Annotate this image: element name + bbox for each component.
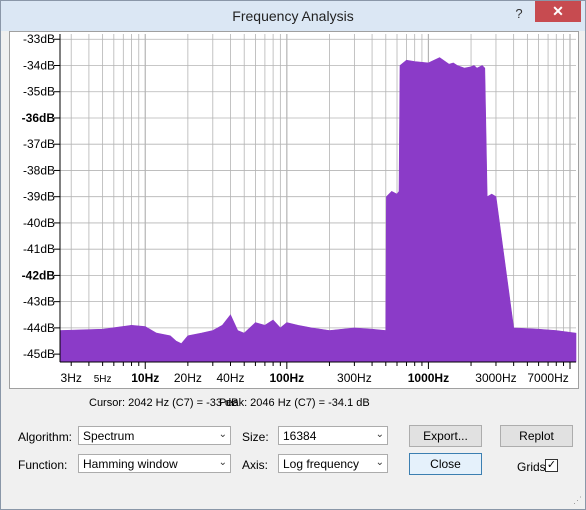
window-title: Frequency Analysis (232, 8, 354, 24)
x-tick-label: 100Hz (269, 371, 304, 385)
chevron-down-icon: ⌄ (375, 429, 384, 440)
close-button[interactable]: Close (409, 453, 482, 475)
algorithm-label: Algorithm: (18, 430, 73, 444)
resize-grip-icon[interactable]: ⋰ (573, 495, 582, 506)
y-tick-label: -37dB (23, 137, 55, 151)
function-select[interactable]: Hamming window ⌄ (78, 454, 231, 473)
frequency-analysis-window: Frequency Analysis ? ✕ -33dB -34dB -35dB -3… (0, 0, 586, 510)
y-tick-label: -33dB (23, 32, 55, 46)
y-tick-label: -43dB (23, 295, 55, 309)
x-tick-label: 40Hz (216, 371, 244, 385)
x-tick-label: 300Hz (337, 371, 372, 385)
y-tick-label: -40dB (23, 216, 55, 230)
axis-select[interactable]: Log frequency ⌄ (278, 454, 388, 473)
chevron-down-icon: ⌄ (218, 457, 227, 468)
y-tick-label: -41dB (23, 242, 55, 256)
y-tick-label: -34dB (23, 58, 55, 72)
export-button[interactable]: Export... (409, 425, 482, 447)
algorithm-value: Spectrum (83, 429, 135, 443)
function-label: Function: (18, 458, 68, 472)
help-button[interactable]: ? (509, 6, 529, 24)
y-tick-label: -44dB (23, 321, 55, 335)
spectrum-area (59, 57, 577, 363)
grids-checkbox[interactable]: ✓ (545, 459, 558, 472)
spectrum-plot[interactable]: -33dB -34dB -35dB -36dB -37dB -38dB -39dB -40dB… (9, 31, 579, 389)
x-tick-label: 5Hz (94, 374, 112, 385)
peak-readout: Peak: 2046 Hz (C7) = -34.1 dB (219, 397, 370, 409)
window-close-button[interactable]: ✕ (535, 1, 581, 22)
x-tick-label: 20Hz (174, 371, 202, 385)
y-tick-label: -35dB (23, 85, 55, 99)
x-tick-label: 3Hz (61, 371, 82, 385)
chevron-down-icon: ⌄ (375, 457, 384, 468)
spectrum-chart: -33dB -34dB -35dB -36dB -37dB -38dB -39dB -40dB… (22, 32, 577, 385)
x-tick-label: 3000Hz (475, 371, 516, 385)
size-select[interactable]: 16384 ⌄ (278, 426, 388, 445)
chevron-down-icon: ⌄ (218, 429, 227, 440)
cursor-readout: Cursor: 2042 Hz (C7) = -33 dB (89, 397, 239, 409)
size-label: Size: (242, 430, 269, 444)
axis-label: Axis: (242, 458, 269, 472)
size-value: 16384 (283, 429, 317, 443)
x-tick-label: 7000Hz (527, 371, 568, 385)
checkmark-icon: ✓ (546, 459, 557, 471)
y-tick-label: -42dB (22, 268, 56, 282)
x-tick-label: 1000Hz (408, 371, 449, 385)
title-bar[interactable]: Frequency Analysis ? ✕ (1, 1, 585, 31)
replot-button[interactable]: Replot (500, 425, 573, 447)
y-tick-label: -38dB (23, 163, 55, 177)
axis-value: Log frequency (283, 457, 360, 471)
x-tick-label: 10Hz (131, 371, 159, 385)
y-tick-label: -45dB (23, 347, 55, 361)
y-tick-label: -36dB (22, 111, 56, 125)
algorithm-select[interactable]: Spectrum ⌄ (78, 426, 231, 445)
grids-label: Grids (517, 460, 546, 474)
y-tick-label: -39dB (23, 190, 55, 204)
function-value: Hamming window (83, 457, 178, 471)
